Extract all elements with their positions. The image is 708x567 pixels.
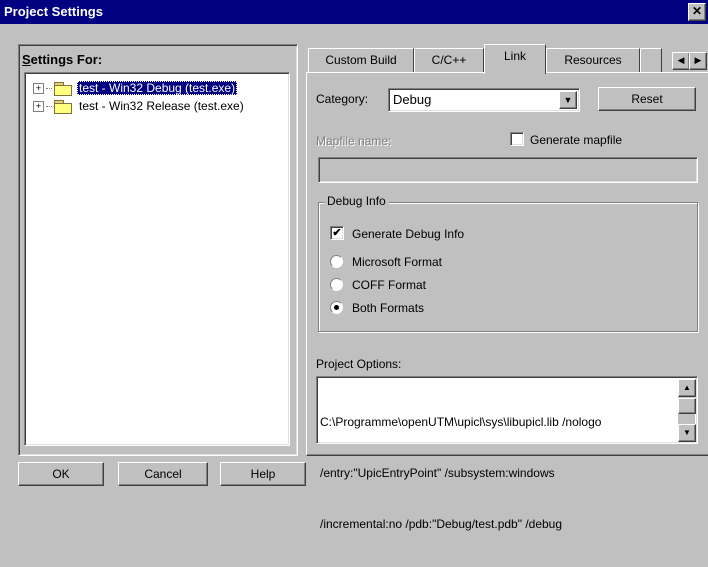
category-label: Category: bbox=[316, 92, 369, 106]
tree-item-debug[interactable]: + test - Win32 Debug (test.exe) bbox=[33, 79, 238, 97]
category-select[interactable]: Debug ▼ bbox=[388, 88, 580, 112]
tree-item-label[interactable]: test - Win32 Release (test.exe) bbox=[77, 99, 246, 113]
project-options-textarea[interactable]: C:\Programme\openUTM\upicl\sys\libupicl.… bbox=[316, 376, 698, 531]
coff-format-label[interactable]: COFF Format bbox=[352, 278, 426, 292]
arrow-left-icon: ◀ bbox=[677, 55, 685, 65]
mapfile-name-label: Mapfile name: bbox=[316, 134, 392, 148]
category-value: Debug bbox=[393, 92, 432, 107]
generate-debug-info-label[interactable]: Generate Debug Info bbox=[352, 227, 464, 241]
scroll-thumb[interactable] bbox=[678, 398, 696, 414]
arrow-right-icon: ▶ bbox=[694, 55, 702, 65]
tree-item-label[interactable]: test - Win32 Debug (test.exe) bbox=[77, 81, 238, 95]
radio-both-formats[interactable] bbox=[330, 301, 343, 314]
dropdown-button[interactable]: ▼ bbox=[559, 91, 577, 109]
options-scrollbar[interactable]: ▲ ▼ bbox=[678, 379, 696, 442]
tab-resources[interactable]: Resources bbox=[546, 48, 640, 72]
tab-scroll-right-button[interactable]: ▶ bbox=[689, 52, 707, 70]
options-line: /entry:"UpicEntryPoint" /subsystem:windo… bbox=[320, 466, 555, 480]
arrow-down-icon: ▼ bbox=[683, 428, 691, 437]
generate-mapfile-label[interactable]: Generate mapfile bbox=[530, 133, 622, 147]
scroll-down-button[interactable]: ▼ bbox=[678, 424, 696, 442]
cancel-button[interactable]: Cancel bbox=[118, 462, 208, 486]
settings-for-label: Settings For: bbox=[22, 52, 103, 67]
tree-connector bbox=[46, 105, 52, 107]
folder-icon bbox=[54, 81, 72, 96]
mapfile-name-input bbox=[318, 157, 698, 183]
options-line: C:\Programme\openUTM\upicl\sys\libupicl.… bbox=[320, 415, 602, 429]
tab-partial[interactable] bbox=[640, 48, 662, 72]
project-options-text[interactable]: C:\Programme\openUTM\upicl\sys\libupicl.… bbox=[320, 380, 672, 567]
scroll-up-button[interactable]: ▲ bbox=[678, 379, 696, 397]
debug-info-title: Debug Info bbox=[324, 194, 389, 208]
expand-icon[interactable]: + bbox=[33, 100, 44, 112]
close-button[interactable]: ✕ bbox=[688, 3, 706, 21]
expand-icon[interactable]: + bbox=[33, 82, 44, 94]
radio-coff-format[interactable] bbox=[330, 278, 343, 291]
project-tree[interactable]: + test - Win32 Debug (test.exe) + test -… bbox=[24, 72, 290, 446]
window-title: Project Settings bbox=[4, 4, 103, 19]
microsoft-format-label[interactable]: Microsoft Format bbox=[352, 255, 442, 269]
tab-c-cpp[interactable]: C/C++ bbox=[414, 48, 484, 72]
help-button[interactable]: Help bbox=[220, 462, 306, 486]
options-line: /incremental:no /pdb:"Debug/test.pdb" /d… bbox=[320, 517, 563, 531]
chevron-down-icon: ▼ bbox=[563, 95, 573, 105]
close-icon: ✕ bbox=[691, 4, 703, 18]
tab-scroll-left-button[interactable]: ◀ bbox=[672, 52, 690, 70]
folder-icon bbox=[54, 99, 72, 114]
tree-item-release[interactable]: + test - Win32 Release (test.exe) bbox=[33, 97, 246, 115]
tab-custom-build[interactable]: Custom Build bbox=[308, 48, 414, 72]
settings-for-label-rest: ettings For: bbox=[30, 52, 103, 67]
arrow-up-icon: ▲ bbox=[683, 383, 691, 392]
title-bar[interactable]: Project Settings ✕ bbox=[0, 0, 708, 24]
tab-link[interactable]: Link bbox=[484, 44, 546, 74]
generate-debug-info-checkbox[interactable]: ✔ bbox=[330, 226, 344, 240]
reset-button[interactable]: Reset bbox=[598, 87, 696, 111]
project-options-label: Project Options: bbox=[316, 357, 402, 371]
ok-button[interactable]: OK bbox=[18, 462, 104, 486]
radio-microsoft-format[interactable] bbox=[330, 255, 343, 268]
generate-mapfile-checkbox[interactable] bbox=[510, 132, 524, 146]
both-formats-label[interactable]: Both Formats bbox=[352, 301, 424, 315]
check-icon: ✔ bbox=[332, 227, 342, 239]
tree-connector bbox=[46, 87, 52, 89]
radio-selected-dot bbox=[334, 305, 339, 310]
